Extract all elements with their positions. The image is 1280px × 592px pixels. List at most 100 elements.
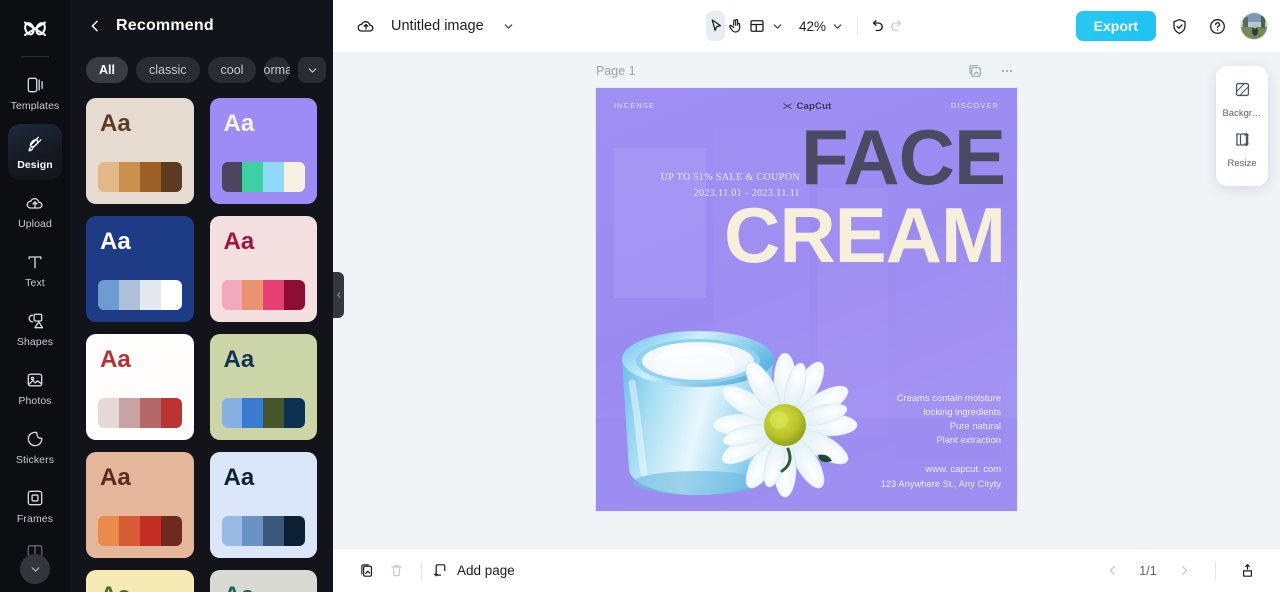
toolbar-right-group: Export bbox=[1075, 11, 1268, 41]
sidebar-item-photos[interactable]: Photos bbox=[8, 360, 62, 416]
background-tool-button[interactable]: Backgr… bbox=[1216, 75, 1268, 125]
color-swatch bbox=[284, 516, 305, 546]
color-swatch bbox=[263, 398, 285, 428]
chip-cool[interactable]: cool bbox=[207, 57, 257, 83]
design-canvas-poster[interactable]: INCENSE DISCOVER CapCut FACE CREAM UP TO… bbox=[596, 88, 1017, 511]
chip-formal[interactable]: formal bbox=[264, 57, 291, 83]
duplicate-page-icon[interactable] bbox=[966, 62, 984, 80]
poster-brand-label: CapCut bbox=[796, 101, 832, 112]
chevron-down-icon[interactable] bbox=[298, 57, 327, 83]
floating-tool-panel: Backgr… Resize bbox=[1216, 66, 1268, 186]
toolbar-left-group: Untitled image bbox=[351, 11, 524, 41]
poster-sale-text: UP TO 51% SALE & COUPON 2023.11.01 - 202… bbox=[630, 170, 800, 201]
font-style-card[interactable]: Aa bbox=[86, 98, 194, 204]
poster-brand: CapCut bbox=[596, 101, 1017, 112]
font-style-card[interactable]: Aa bbox=[209, 216, 317, 322]
chip-all[interactable]: All bbox=[86, 57, 128, 83]
capcut-logo-icon[interactable] bbox=[15, 10, 55, 50]
layout-chevron-down-icon[interactable] bbox=[768, 11, 787, 41]
page-tools bbox=[966, 62, 1016, 80]
poster-desc-line: Plant extraction bbox=[936, 433, 1001, 445]
add-page-button[interactable]: Add page bbox=[432, 562, 515, 579]
prev-page-button[interactable] bbox=[1097, 556, 1127, 586]
color-swatch bbox=[160, 516, 182, 546]
layout-grid-icon[interactable] bbox=[748, 11, 767, 41]
more-dots-icon[interactable] bbox=[998, 62, 1016, 80]
sidebar-item-shapes[interactable]: Shapes bbox=[8, 301, 62, 357]
resize-tool-button[interactable]: Resize bbox=[1216, 125, 1268, 175]
sidebar-item-templates[interactable]: Templates bbox=[8, 65, 62, 121]
zoom-chevron-down-icon[interactable] bbox=[828, 11, 847, 41]
poster-headline-cream: CREAM bbox=[724, 191, 1006, 279]
sidebar-item-design[interactable]: Design bbox=[8, 124, 62, 180]
recommend-panel: Recommend All classic cool formal AaAaAa… bbox=[70, 0, 333, 592]
sidebar-item-label: Frames bbox=[16, 513, 54, 525]
color-swatch bbox=[118, 398, 140, 428]
canvas-area[interactable]: Page 1 INCENSE DISCOVER CapCut FACE CREA… bbox=[333, 52, 1280, 548]
poster-headline-face: FACE bbox=[800, 113, 1006, 201]
font-style-card[interactable]: Aa bbox=[209, 452, 317, 558]
bottombar-right-group: 1/1 bbox=[1097, 556, 1262, 586]
frames-icon bbox=[24, 487, 46, 509]
font-style-card[interactable]: Aa bbox=[86, 334, 194, 440]
color-swatch bbox=[98, 398, 119, 428]
sidebar-item-label: Templates bbox=[10, 100, 60, 112]
resize-tool-label: Resize bbox=[1227, 158, 1257, 169]
font-style-grid: Aa Aa Aa Aa Aa Aa Aa Aa Aa Aa bbox=[70, 88, 333, 592]
color-swatch-strip bbox=[98, 398, 182, 428]
sidebar-item-upload[interactable]: Upload bbox=[8, 183, 62, 239]
rail-scroll-down-button[interactable] bbox=[20, 554, 50, 584]
export-button[interactable]: Export bbox=[1075, 11, 1156, 41]
hand-pan-icon[interactable] bbox=[727, 11, 746, 41]
color-swatch bbox=[139, 398, 161, 428]
chip-classic[interactable]: classic bbox=[135, 57, 200, 83]
tray-collapse-icon[interactable] bbox=[1232, 556, 1262, 586]
resize-icon bbox=[1233, 130, 1252, 154]
cloud-save-icon[interactable] bbox=[351, 11, 381, 41]
color-swatch bbox=[118, 280, 140, 310]
templates-icon bbox=[24, 74, 46, 96]
font-sample-text: Aa bbox=[223, 228, 255, 255]
color-swatch bbox=[139, 516, 161, 546]
color-swatch-strip bbox=[221, 398, 305, 428]
sidebar-item-stickers[interactable]: Stickers bbox=[8, 419, 62, 475]
design-brush-icon bbox=[24, 133, 46, 155]
font-style-card[interactable]: Aa bbox=[209, 570, 317, 592]
left-icon-rail: Templates Design Upload Text Shapes Phot… bbox=[0, 0, 70, 592]
undo-arrow-icon[interactable] bbox=[867, 11, 886, 41]
sidebar-item-text[interactable]: Text bbox=[8, 242, 62, 298]
trash-icon[interactable] bbox=[381, 556, 411, 586]
panel-collapse-handle[interactable] bbox=[333, 272, 344, 318]
panel-back-button[interactable] bbox=[86, 17, 104, 35]
cursor-arrow-icon[interactable] bbox=[706, 11, 726, 41]
bottombar-divider bbox=[421, 561, 422, 580]
color-swatch bbox=[139, 162, 161, 192]
font-sample-text: Aa bbox=[223, 464, 255, 491]
color-swatch-strip bbox=[98, 280, 182, 310]
question-circle-icon[interactable] bbox=[1202, 11, 1232, 41]
font-style-card[interactable]: Aa bbox=[86, 452, 194, 558]
page-indicator: 1/1 bbox=[1139, 563, 1157, 578]
next-page-button[interactable] bbox=[1169, 556, 1199, 586]
document-title[interactable]: Untitled image bbox=[391, 18, 484, 34]
color-swatch bbox=[98, 280, 119, 310]
zoom-level-value[interactable]: 42% bbox=[799, 19, 826, 34]
capcut-logo-icon bbox=[782, 103, 792, 109]
duplicate-icon[interactable] bbox=[351, 556, 381, 586]
shield-check-icon[interactable] bbox=[1164, 11, 1194, 41]
user-avatar[interactable] bbox=[1240, 12, 1268, 40]
sidebar-item-frames[interactable]: Frames bbox=[8, 478, 62, 534]
shapes-icon bbox=[24, 310, 46, 332]
font-style-card[interactable]: Aa bbox=[209, 334, 317, 440]
font-style-card[interactable]: Aa bbox=[86, 216, 194, 322]
title-chevron-down-icon[interactable] bbox=[494, 11, 524, 41]
upload-cloud-icon bbox=[24, 192, 46, 214]
background-pattern-icon bbox=[1233, 80, 1252, 104]
color-swatch-strip bbox=[98, 162, 182, 192]
font-style-card[interactable]: Aa bbox=[209, 98, 317, 204]
font-sample-text: Aa bbox=[100, 228, 131, 255]
font-style-card[interactable]: Aa bbox=[86, 570, 194, 592]
redo-arrow-icon[interactable] bbox=[888, 11, 907, 41]
sidebar-item-label: Design bbox=[17, 159, 53, 171]
sidebar-item-label: Photos bbox=[18, 395, 52, 407]
